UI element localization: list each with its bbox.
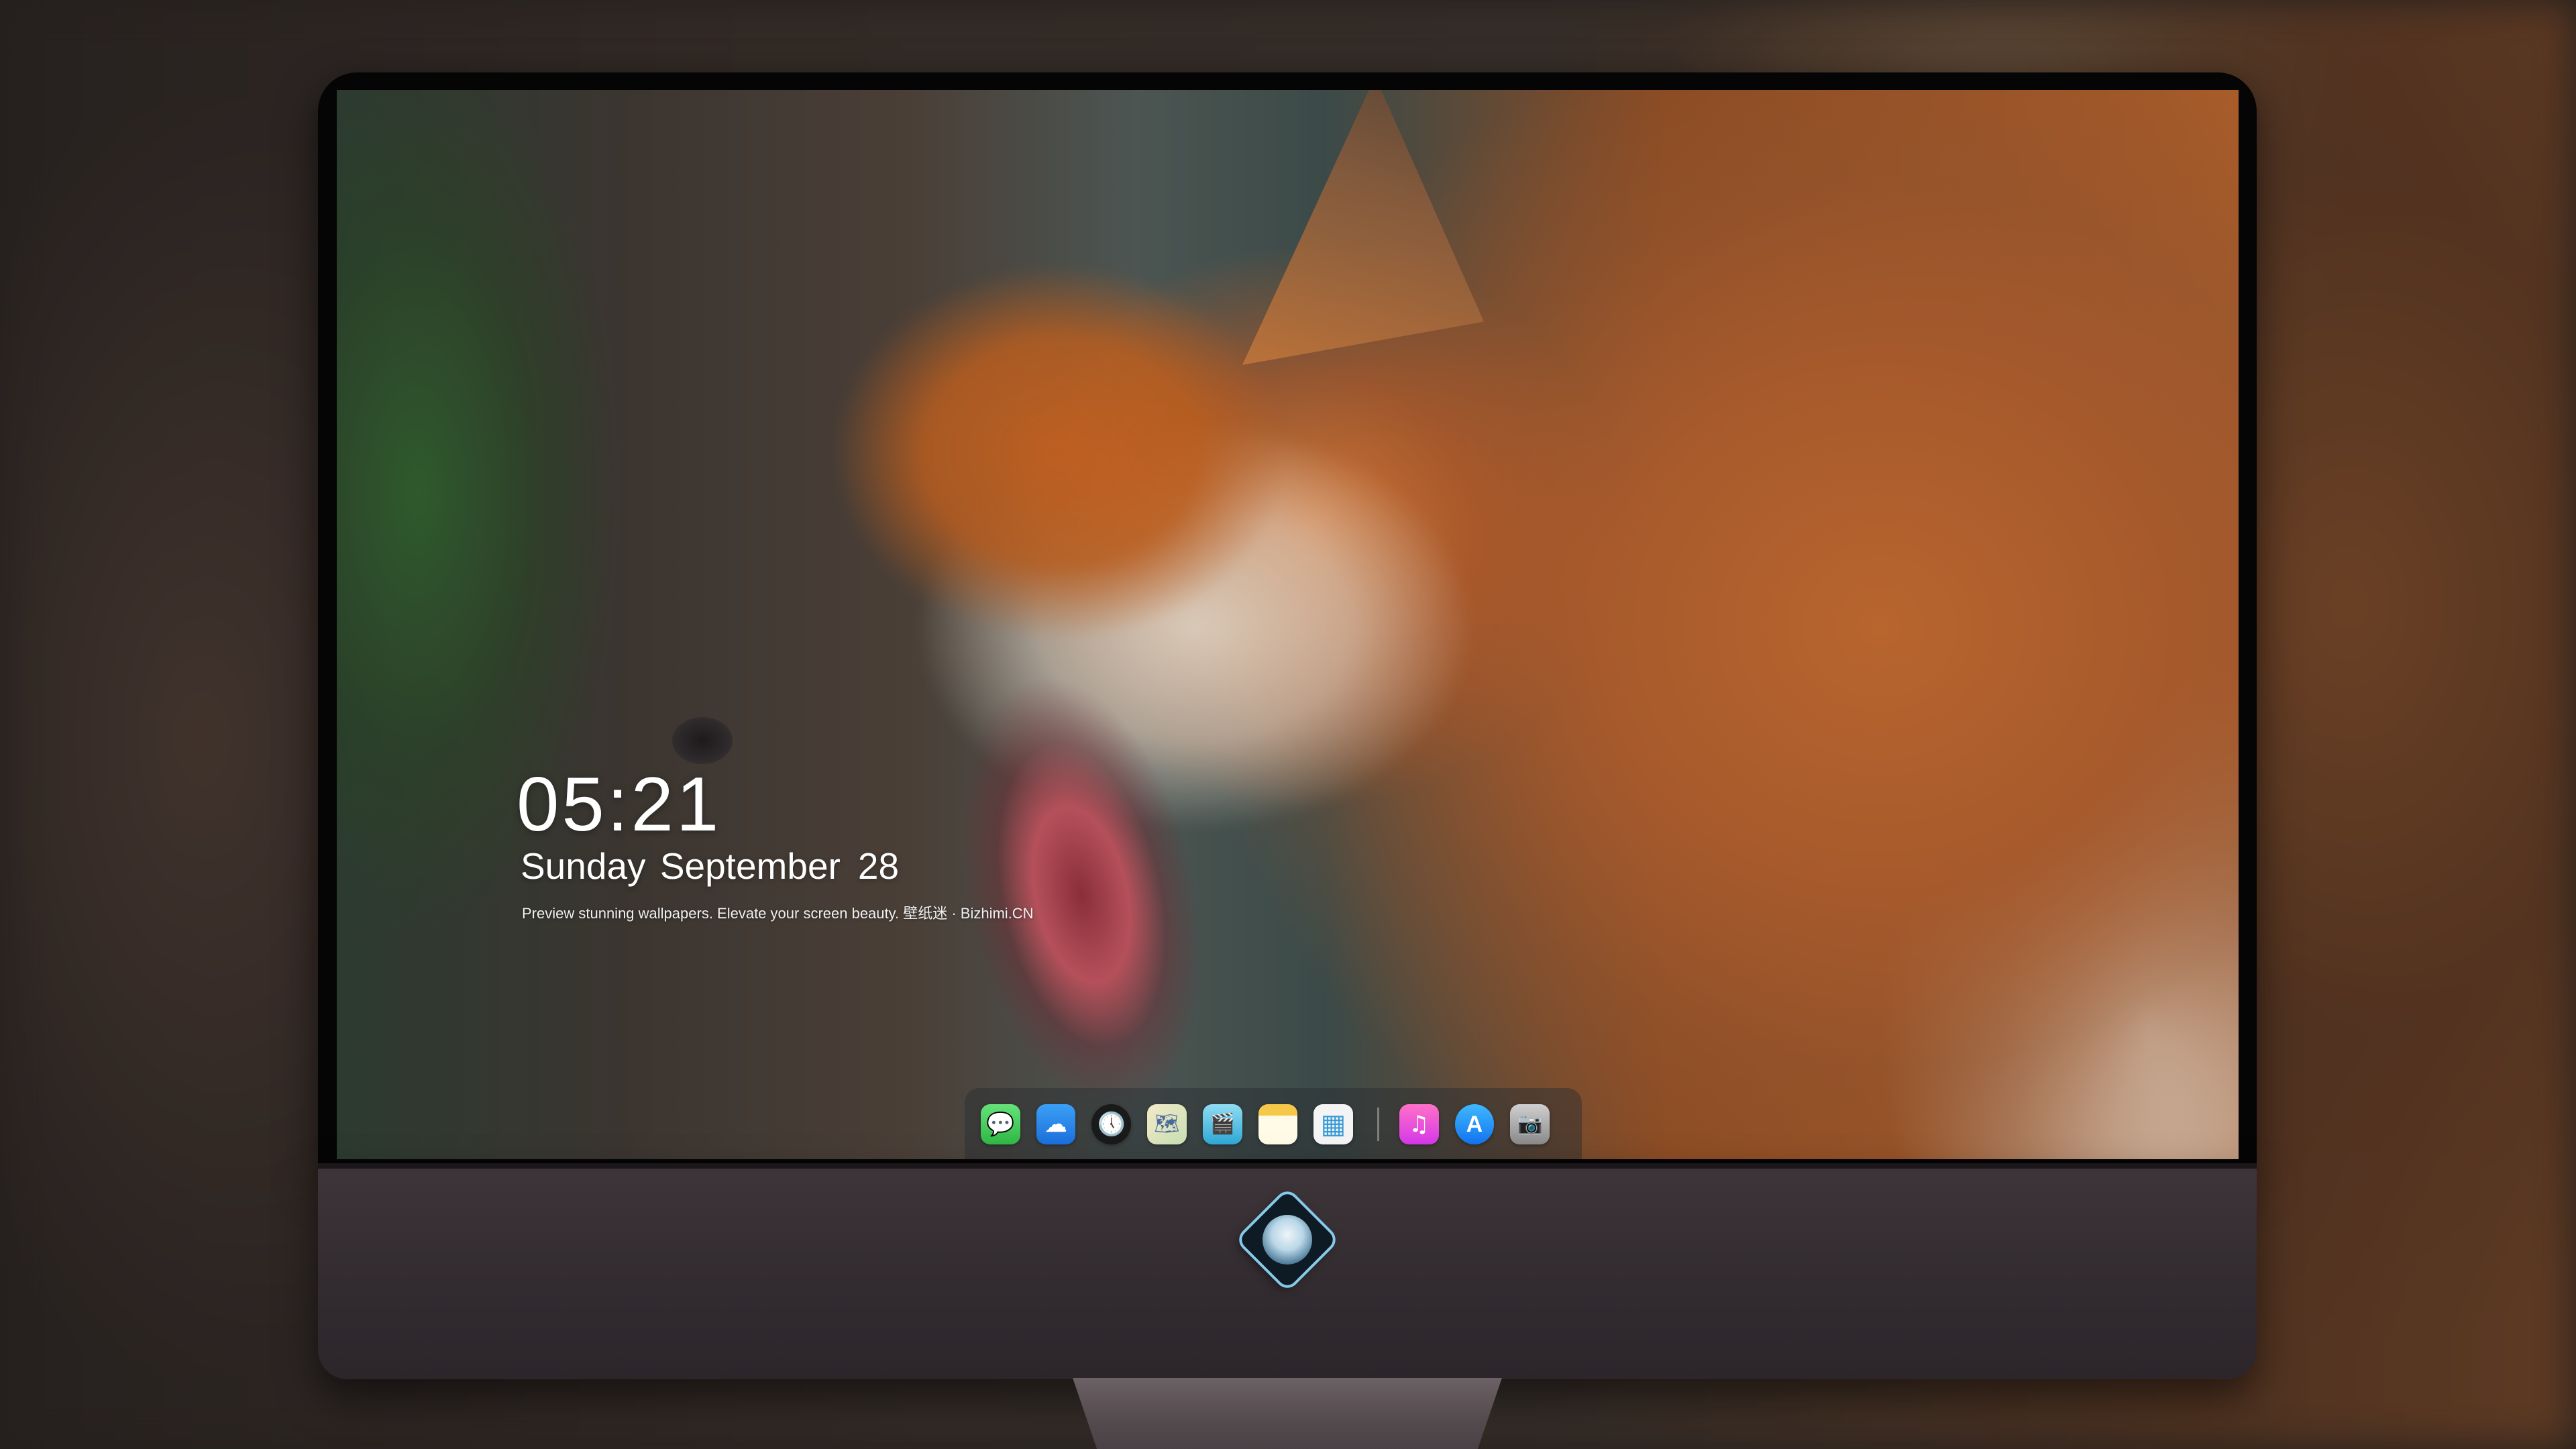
weather-glyph: ☁: [1044, 1111, 1068, 1138]
wallpaper-tagline: Preview stunning wallpapers. Elevate you…: [522, 905, 1034, 922]
wallpaper-fox-nose: [672, 717, 733, 764]
app-store-glyph: A: [1466, 1112, 1483, 1137]
lock-screen-date: Sunday September 28: [521, 845, 899, 888]
messages-glyph: 💬: [986, 1111, 1015, 1138]
monitor: 05:21 Sunday September 28 Preview stunnin…: [318, 72, 2257, 1449]
lock-screen-day: 28: [857, 845, 900, 887]
monitor-bezel: 05:21 Sunday September 28 Preview stunnin…: [318, 72, 2257, 1174]
app-store-icon[interactable]: A: [1454, 1104, 1495, 1144]
monitor-stand-neck: [1073, 1378, 1502, 1449]
lock-screen-weekday-month: Sunday September: [521, 845, 841, 887]
photos-icon[interactable]: ▦: [1313, 1104, 1353, 1144]
camera-icon[interactable]: 📷: [1510, 1104, 1550, 1144]
chin-logo-mascot-icon: [1263, 1215, 1312, 1265]
clips-icon[interactable]: 🎬: [1202, 1104, 1242, 1144]
monitor-chin-seam: [318, 1163, 2257, 1169]
clock-icon[interactable]: 🕔: [1091, 1104, 1132, 1144]
notes-icon[interactable]: [1258, 1104, 1298, 1144]
dock-separator: [1377, 1108, 1379, 1141]
monitor-stand: [992, 1378, 1582, 1449]
messages-icon[interactable]: 💬: [981, 1104, 1020, 1144]
dock: 💬 ☁ 🕔 🗺 🎬 ▦ ♫ A 📷: [965, 1088, 1582, 1159]
weather-icon[interactable]: ☁: [1036, 1104, 1076, 1144]
photos-glyph: ▦: [1320, 1109, 1346, 1140]
maps-icon[interactable]: 🗺: [1147, 1104, 1187, 1144]
lock-screen-time: 05:21: [517, 762, 722, 847]
maps-glyph: 🗺: [1154, 1112, 1180, 1136]
music-glyph: ♫: [1408, 1111, 1430, 1138]
clock-glyph: 🕔: [1097, 1111, 1126, 1138]
lock-screen[interactable]: 05:21 Sunday September 28 Preview stunnin…: [337, 90, 2239, 1159]
camera-glyph: 📷: [1517, 1112, 1543, 1136]
music-icon[interactable]: ♫: [1399, 1104, 1439, 1144]
clips-glyph: 🎬: [1210, 1112, 1235, 1136]
